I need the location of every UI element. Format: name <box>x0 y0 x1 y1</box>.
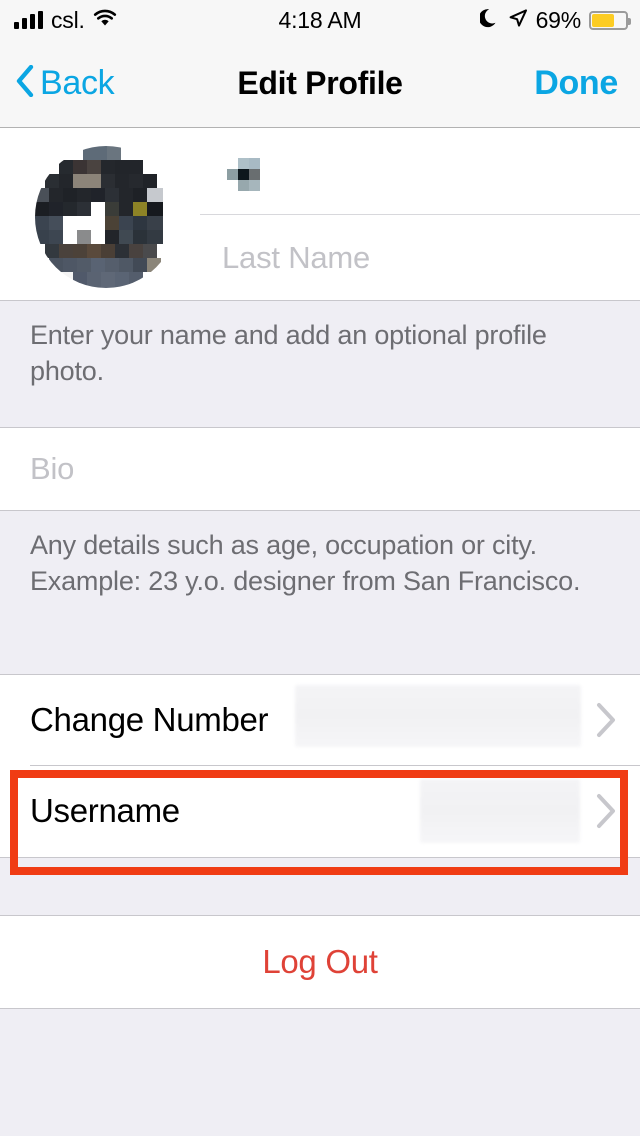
status-bar: csl. 4:18 AM 69% <box>0 0 640 40</box>
battery-percent-label: 69% <box>535 6 582 33</box>
log-out-button[interactable]: Log Out <box>0 916 640 1009</box>
bio-placeholder: Bio <box>30 451 75 486</box>
change-number-redacted-value <box>295 685 581 747</box>
log-out-label: Log Out <box>262 943 378 980</box>
first-name-field[interactable] <box>200 128 640 215</box>
location-arrow-icon <box>508 8 528 33</box>
navigation-bar: Back Edit Profile Done <box>0 40 640 128</box>
list-trailing-space <box>0 1009 640 1129</box>
last-name-placeholder: Last Name <box>222 240 371 275</box>
bio-field[interactable]: Bio <box>0 428 640 510</box>
section-gap <box>0 857 640 916</box>
last-name-field[interactable]: Last Name <box>200 215 640 301</box>
row-separator <box>30 765 640 766</box>
change-number-label: Change Number <box>30 701 269 738</box>
username-label: Username <box>30 792 180 829</box>
chevron-right-icon <box>596 702 618 738</box>
bio-section-footer: Any details such as age, occupation or c… <box>0 510 640 675</box>
name-fields: Last Name <box>200 128 640 300</box>
username-row[interactable]: Username <box>0 765 640 857</box>
chevron-right-icon <box>596 793 618 829</box>
avatar[interactable] <box>35 146 177 288</box>
name-section: Last Name <box>0 128 640 300</box>
done-button[interactable]: Done <box>534 40 618 127</box>
username-redacted-value <box>420 779 580 843</box>
first-name-redacted-value <box>224 154 268 199</box>
status-bar-right: 69% <box>478 0 631 40</box>
change-number-row[interactable]: Change Number <box>0 675 640 765</box>
clock-label: 4:18 AM <box>278 6 362 33</box>
battery-icon <box>589 10 631 30</box>
settings-list: Last Name Enter your name and add an opt… <box>0 128 640 1136</box>
moon-icon <box>478 7 500 34</box>
edit-profile-screen: csl. 4:18 AM 69% Back Edit Profile Done … <box>0 0 640 1136</box>
name-section-footer: Enter your name and add an optional prof… <box>0 300 640 428</box>
avatar-pixelated-photo <box>35 146 177 288</box>
